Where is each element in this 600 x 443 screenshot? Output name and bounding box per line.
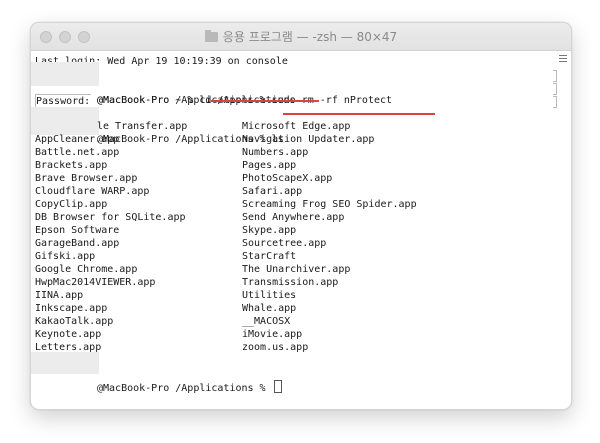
listing-entry: Brackets.app — [35, 160, 108, 171]
listing-entry: Keynote.app — [35, 329, 102, 340]
listing-entry: GarageBand.app — [35, 238, 120, 249]
listing-entry: Inkscape.app — [35, 303, 108, 314]
listing-entry: Utilities — [242, 290, 297, 301]
folder-icon — [204, 30, 218, 42]
underline-rm — [283, 113, 435, 115]
listing-entry: Sourcetree.app — [242, 238, 327, 249]
listing-entry: Google Chrome.app — [35, 264, 138, 275]
listing-entry: KakaoTalk.app — [35, 316, 114, 327]
listing-entry: CopyClip.app — [35, 199, 108, 210]
listing-entry: Navigation Updater.app — [242, 134, 375, 145]
listing-entry: Numbers.app — [242, 147, 309, 158]
listing-entry: AppCleaner.app — [35, 134, 120, 145]
title-bar: 응용 프로그램 — -zsh — 80×47 — [31, 23, 571, 51]
listing-entry: DB Browser for SQLite.app — [35, 212, 186, 223]
listing-entry: HwpMac2014VIEWER.app — [35, 277, 156, 288]
listing-entry: Epson Software — [35, 225, 120, 236]
listing-entry: StarCraft — [242, 251, 297, 262]
listing-entry: PhotoScapeX.app — [242, 173, 333, 184]
listing-entry: Skype.app — [242, 225, 297, 236]
listing-entry: Gifski.app — [35, 251, 96, 262]
listing-entry: IINA.app — [35, 290, 84, 301]
listing-entry: Battle.net.app — [35, 147, 120, 158]
prompt-line-4: @MacBook-Pro /Applications % — [31, 352, 282, 394]
redacted-username — [31, 107, 99, 135]
listing-entry: Whale.app — [242, 303, 297, 314]
prompt-line-3: @MacBook-Pro /Applications % ls — [31, 107, 284, 145]
listing-entry: Screaming Frog SEO Spider.app — [242, 199, 417, 210]
redacted-username — [31, 352, 99, 374]
listing-entry: Brave Browser.app — [35, 173, 138, 184]
listing-entry: Cloudflare WARP.app — [35, 186, 150, 197]
listing-entry: Safari.app — [242, 186, 303, 197]
listing-entry: Microsoft Edge.app — [242, 121, 351, 132]
terminal-window: 응용 프로그램 — -zsh — 80×47 Last login: Wed A… — [30, 22, 572, 410]
scroll-indicator-icon[interactable] — [558, 53, 568, 65]
listing-entry: le Transfer.app — [97, 121, 188, 132]
listing-entry: Send Anywhere.app — [242, 212, 345, 223]
prompt-line-2: @MacBook-Pro /Applications % sudo rm -rf… — [97, 95, 393, 106]
listing-entry: Pages.app — [242, 160, 297, 171]
listing-entry: The Unarchiver.app — [242, 264, 351, 275]
underline-cd — [211, 100, 319, 102]
prompt-line-1: @MacBook-Pro ~ % cd /Applications — [31, 62, 296, 106]
listing-entry: Transmission.app — [242, 277, 339, 288]
listing-entry: __MACOSX — [242, 316, 291, 327]
cursor — [273, 380, 282, 393]
listing-entry: zoom.us.app — [242, 342, 309, 353]
listing-entry: iMovie.app — [242, 329, 303, 340]
window-title: 응용 프로그램 — -zsh — 80×47 — [31, 28, 571, 45]
